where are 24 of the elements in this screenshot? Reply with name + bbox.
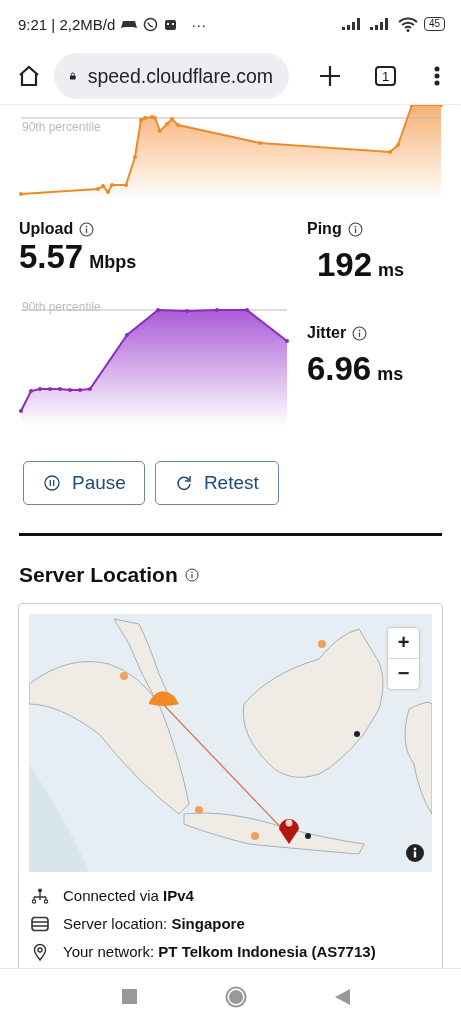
upload-value: 5.57: [19, 238, 84, 276]
percentile-label: 90th percentile: [22, 120, 101, 134]
ping-label: Ping: [307, 220, 342, 238]
jitter-value: 6.96: [307, 350, 372, 388]
upload-label: Upload: [19, 220, 74, 238]
detail-text: Your network: PT Telkom Indonesia (AS7713): [63, 943, 376, 960]
ping-unit: ms: [378, 260, 405, 281]
zoom-out-button[interactable]: −: [388, 657, 419, 689]
zoom-in-button[interactable]: +: [388, 627, 419, 658]
section-title: Server Location: [19, 562, 178, 587]
detail-text: Connected via IPv4: [63, 887, 194, 904]
battery-indicator: 45: [423, 17, 445, 31]
status-time: 9:21 | 2,2MB/d: [18, 15, 116, 33]
jitter-unit: ms: [377, 364, 404, 385]
detail-text: Server location: Singapore: [63, 915, 245, 932]
pause-button[interactable]: Pause: [23, 461, 145, 505]
address-bar[interactable]: speed.cloudflare.com: [54, 53, 289, 99]
jitter-label: Jitter: [307, 324, 347, 342]
upload-unit: Mbps: [89, 252, 137, 273]
retest-button[interactable]: Retest: [154, 461, 279, 505]
more-notifications: ···: [191, 15, 207, 33]
ping-value: 192: [317, 246, 373, 284]
tab-count-button[interactable]: 1: [375, 66, 396, 86]
percentile-label: 90th percentile: [22, 300, 101, 314]
